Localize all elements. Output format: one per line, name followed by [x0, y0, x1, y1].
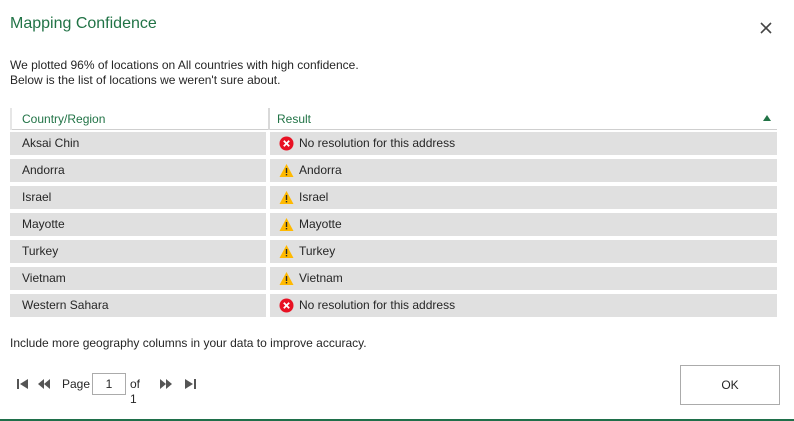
mapping-confidence-dialog: Mapping Confidence We plotted 96% of loc…: [0, 0, 794, 421]
result-cell: No resolution for this address: [270, 294, 777, 317]
result-cell: Israel: [270, 186, 777, 209]
accuracy-hint: Include more geography columns in your d…: [10, 336, 367, 350]
dialog-description: We plotted 96% of locations on All count…: [10, 58, 359, 88]
column-header-country[interactable]: Country/Region: [22, 108, 105, 130]
ok-button[interactable]: OK: [680, 365, 780, 405]
error-circle-icon: [279, 136, 294, 151]
table-row[interactable]: Andorra Andorra: [10, 159, 777, 186]
table-body: Aksai Chin No resolution for this address…: [10, 132, 777, 321]
column-divider[interactable]: [268, 108, 270, 130]
table-row[interactable]: Mayotte Mayotte: [10, 213, 777, 240]
last-page-icon[interactable]: [183, 377, 197, 391]
country-cell: Turkey: [10, 240, 266, 263]
page-number-input[interactable]: [92, 373, 126, 395]
result-cell: Mayotte: [270, 213, 777, 236]
country-cell: Andorra: [10, 159, 266, 182]
result-text: No resolution for this address: [299, 298, 456, 312]
warning-triangle-icon: [279, 191, 294, 204]
sort-up-icon[interactable]: [762, 114, 772, 122]
table-row[interactable]: Aksai Chin No resolution for this address: [10, 132, 777, 159]
country-cell: Western Sahara: [10, 294, 266, 317]
table-row[interactable]: Western Sahara No resolution for this add…: [10, 294, 777, 321]
previous-page-icon[interactable]: [37, 377, 51, 391]
column-header-result[interactable]: Result: [277, 108, 311, 130]
country-cell: Israel: [10, 186, 266, 209]
warning-triangle-icon: [279, 272, 294, 285]
description-line-1: We plotted 96% of locations on All count…: [10, 58, 359, 72]
page-label: Page: [62, 377, 91, 391]
warning-triangle-icon: [279, 164, 294, 177]
result-cell: Andorra: [270, 159, 777, 182]
result-text: Mayotte: [299, 217, 342, 231]
result-cell: No resolution for this address: [270, 132, 777, 155]
warning-triangle-icon: [279, 245, 294, 258]
result-text: Turkey: [299, 244, 336, 258]
result-text: No resolution for this address: [299, 136, 456, 150]
country-cell: Vietnam: [10, 267, 266, 290]
warning-triangle-icon: [279, 218, 294, 231]
result-text: Israel: [299, 190, 329, 204]
close-icon: [760, 22, 772, 34]
table-row[interactable]: Israel Israel: [10, 186, 777, 213]
error-circle-icon: [279, 298, 294, 313]
result-text: Andorra: [299, 163, 342, 177]
header-left-border: [10, 108, 12, 130]
country-cell: Mayotte: [10, 213, 266, 236]
close-button[interactable]: [756, 18, 776, 38]
page-count-label: of 1: [130, 377, 141, 406]
locations-table: Country/Region Result Aksai Chin No resol…: [10, 108, 777, 317]
description-line-2: Below is the list of locations we weren'…: [10, 73, 281, 87]
table-row[interactable]: Vietnam Vietnam: [10, 267, 777, 294]
country-cell: Aksai Chin: [10, 132, 266, 155]
result-cell: Vietnam: [270, 267, 777, 290]
first-page-icon[interactable]: [16, 377, 30, 391]
result-text: Vietnam: [299, 271, 343, 285]
result-cell: Turkey: [270, 240, 777, 263]
dialog-title: Mapping Confidence: [10, 15, 157, 32]
table-header: Country/Region Result: [10, 108, 777, 130]
next-page-icon[interactable]: [159, 377, 173, 391]
table-row[interactable]: Turkey Turkey: [10, 240, 777, 267]
